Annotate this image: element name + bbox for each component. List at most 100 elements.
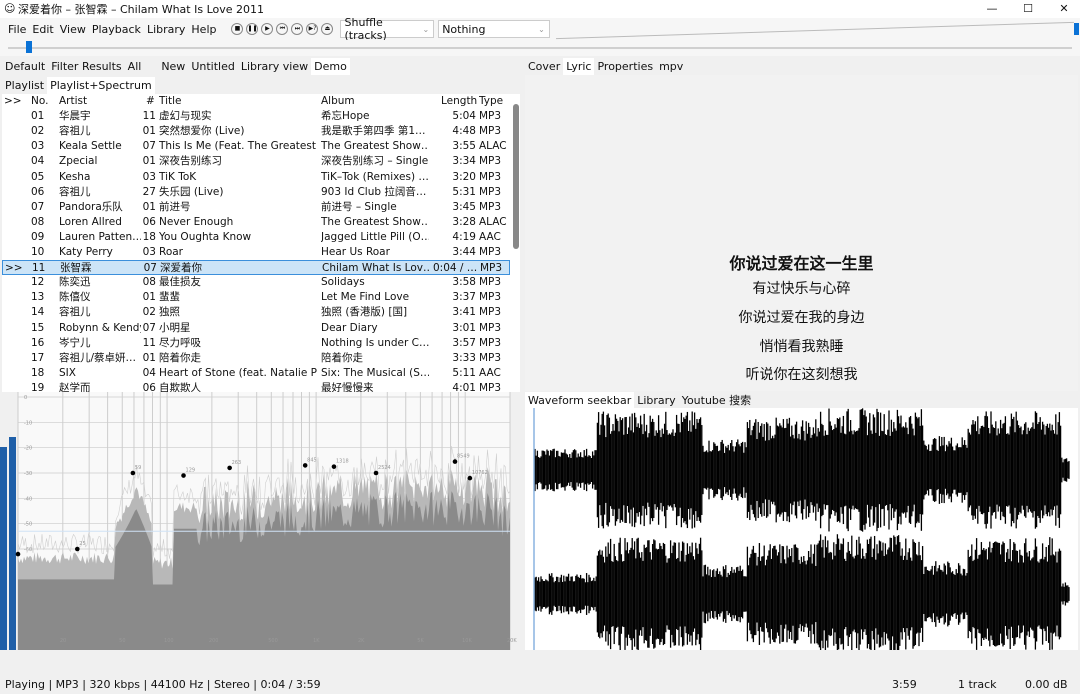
playlist-scrollbar[interactable]	[513, 104, 519, 249]
table-row[interactable]: 05 Kesha 03 TiK ToK TiK–Tok (Remixes) … 3:20 M…	[2, 170, 510, 185]
table-row[interactable]: 10 Katy Perry 03 Roar Hear Us Roar 3:44 MP3	[2, 245, 510, 260]
volume-slider[interactable]	[554, 20, 1080, 40]
cell-album: Let Me Find Love	[321, 291, 410, 304]
cell-length: 3:55	[452, 140, 476, 153]
close-button[interactable]: ✕	[1046, 0, 1080, 18]
cell-track: 01	[142, 155, 156, 168]
menu-edit[interactable]: Edit	[29, 23, 56, 36]
col-no[interactable]: No.	[31, 94, 48, 109]
tab-youtube-[interactable]: Youtube 搜索	[679, 392, 755, 409]
pause-button[interactable]: ❚❚	[246, 23, 259, 35]
col-track[interactable]: #	[146, 94, 155, 109]
waveform-seekbar[interactable]	[525, 408, 1078, 650]
menu-file[interactable]: File	[5, 23, 29, 36]
x-tick-label: 50	[119, 638, 125, 644]
y-tick-label: -20	[24, 446, 32, 452]
cell-type: MP3	[479, 125, 502, 138]
peak-label: 8549	[457, 454, 470, 460]
cell-artist: 容祖儿	[59, 185, 91, 198]
table-row[interactable]: 17 容祖儿/蔡卓妍… 01 陪着你走 陪着你走 3:33 MP3	[2, 351, 510, 366]
menu-view[interactable]: View	[57, 23, 89, 36]
cell-type: MP3	[479, 155, 502, 168]
col-title[interactable]: Title	[159, 94, 182, 109]
table-row[interactable]: >> 11 张智霖 07 深爱着你 Chilam What Is Lov… 0:04 / ……	[2, 260, 510, 276]
col-album[interactable]: Album	[321, 94, 355, 109]
menu-help[interactable]: Help	[188, 23, 219, 36]
cell-album: TiK–Tok (Remixes) …	[321, 170, 429, 183]
next-button[interactable]: ⏭	[291, 23, 304, 35]
col-type[interactable]: Type	[479, 94, 503, 109]
table-row[interactable]: 01 华晨宇 11 虚幻与现实 希忘Hope 5:04 MP3	[2, 109, 510, 124]
playback-order-select[interactable]: Shuffle (tracks) ⌄	[340, 16, 435, 42]
seek-handle[interactable]	[26, 41, 33, 53]
minimize-button[interactable]: —	[974, 0, 1010, 18]
tab-cover[interactable]: Cover	[525, 58, 563, 75]
seek-bar[interactable]	[0, 40, 1080, 56]
table-row[interactable]: 18 SIX 04 Heart of Stone (feat. Natalie P… S…	[2, 366, 510, 381]
col-length[interactable]: Length	[441, 94, 477, 109]
stop-after-select[interactable]: Nothing ⌄	[438, 20, 550, 38]
play-button[interactable]: ▶	[261, 23, 274, 35]
tab-new[interactable]: New	[158, 58, 188, 75]
cell-no: 03	[31, 140, 45, 153]
cell-title: 小明星	[159, 321, 191, 334]
cell-length: 4:19	[452, 230, 476, 243]
playlist-view: >> No. Artist # Title Album Length Type …	[2, 94, 520, 392]
menu-playback[interactable]: Playback	[89, 23, 144, 36]
table-row[interactable]: 07 Pandora乐队 01 前进号 前进号 – Single 3:45 MP3	[2, 200, 510, 215]
x-tick-label: 20	[60, 638, 66, 644]
previous-button[interactable]: ⏮	[276, 23, 289, 35]
table-row[interactable]: 12 陈奕迅 08 最佳损友 Solidays 3:58 MP3	[2, 275, 510, 290]
tab-default[interactable]: Default	[2, 58, 48, 75]
table-row[interactable]: 03 Keala Settle 07 This Is Me (Feat. The Gr…	[2, 139, 510, 154]
eject-button[interactable]: ⏏	[321, 23, 334, 35]
table-row[interactable]: 14 容祖儿 02 独照 独照 (香港版) [国] 3:41 MP3	[2, 305, 510, 320]
col-artist[interactable]: Artist	[59, 94, 87, 109]
table-row[interactable]: 09 Lauren Patten… 18 You Oughta Know Jagged …	[2, 230, 510, 245]
table-row[interactable]: 15 Robynn & Kendy 07 小明星 Dear Diary 3:01 MP3	[2, 321, 510, 336]
tab-library-view[interactable]: Library view	[238, 58, 311, 75]
pause-icon: ❚❚	[247, 25, 258, 32]
status-gain: 0.00 dB	[1025, 678, 1068, 691]
tab-lyric[interactable]: Lyric	[563, 58, 595, 75]
cell-album: Chilam What Is Lov…	[322, 262, 430, 275]
tab-all[interactable]: All	[125, 58, 145, 75]
peak-marker	[467, 475, 473, 481]
x-tick-label: 500	[268, 638, 278, 644]
tab-demo[interactable]: Demo	[311, 58, 350, 75]
tab-library[interactable]: Library	[634, 392, 678, 409]
cell-type: MP3	[480, 262, 503, 275]
tab-properties[interactable]: Properties	[594, 58, 656, 75]
tab-waveform-seekbar[interactable]: Waveform seekbar	[525, 392, 635, 409]
menu-library[interactable]: Library	[144, 23, 188, 36]
tab-untitled[interactable]: Untitled	[188, 58, 238, 75]
table-row[interactable]: 04 Zpecial 01 深夜告别练习 深夜告别练习 – Single 3:34 MP3	[2, 154, 510, 169]
stop-button[interactable]: ■	[231, 23, 244, 35]
tab-playlist[interactable]: Playlist	[2, 77, 47, 94]
cell-artist: SIX	[59, 366, 76, 379]
table-row[interactable]: 06 容祖儿 27 失乐园 (Live) 903 Id Club 拉阔音… 5:31 MP3	[2, 185, 510, 200]
table-row[interactable]: 19 赵学而 06 自欺欺人 最好慢慢来 4:01 MP3	[2, 381, 510, 392]
menu-bar: File Edit View Playback Library Help ■ ❚❚ ▶ ⏮ ⏭ ▶?…	[0, 16, 1080, 42]
eject-icon: ⏏	[324, 25, 331, 32]
cell-artist: Zpecial	[59, 155, 98, 168]
random-button[interactable]: ▶?	[306, 23, 319, 35]
cell-type: MP3	[479, 276, 502, 289]
table-row[interactable]: 08 Loren Allred 06 Never Enough The Greatest…	[2, 215, 510, 230]
tab-playlist-spectrum[interactable]: Playlist+Spectrum	[47, 77, 155, 94]
table-row[interactable]: 02 容祖儿 01 突然想爱你 (Live) 我是歌手第四季 第1… 4:48 MP3	[2, 124, 510, 139]
cell-no: 04	[31, 155, 45, 168]
maximize-button[interactable]: ☐	[1010, 0, 1046, 18]
tab-mpv[interactable]: mpv	[656, 58, 686, 75]
table-row[interactable]: 13 陈僖仪 01 蜚蜚 Let Me Find Love 3:37 MP3	[2, 290, 510, 305]
lyric-line: 听说你在这刻想我	[745, 367, 858, 383]
cell-title: 自欺欺人	[159, 381, 201, 392]
cell-album: 独照 (香港版) [国]	[321, 306, 408, 319]
table-row[interactable]: 16 岑宁儿 11 尽力呼吸 Nothing Is under C… 3:57 MP3	[2, 336, 510, 351]
volume-handle[interactable]	[1073, 23, 1079, 35]
cell-artist: Robynn & Kendy	[59, 321, 141, 334]
peak-label: 129	[186, 468, 196, 474]
col-playing[interactable]: >>	[4, 94, 22, 109]
cell-type: MP3	[479, 170, 502, 183]
tab-filter-results[interactable]: Filter Results	[48, 58, 124, 75]
